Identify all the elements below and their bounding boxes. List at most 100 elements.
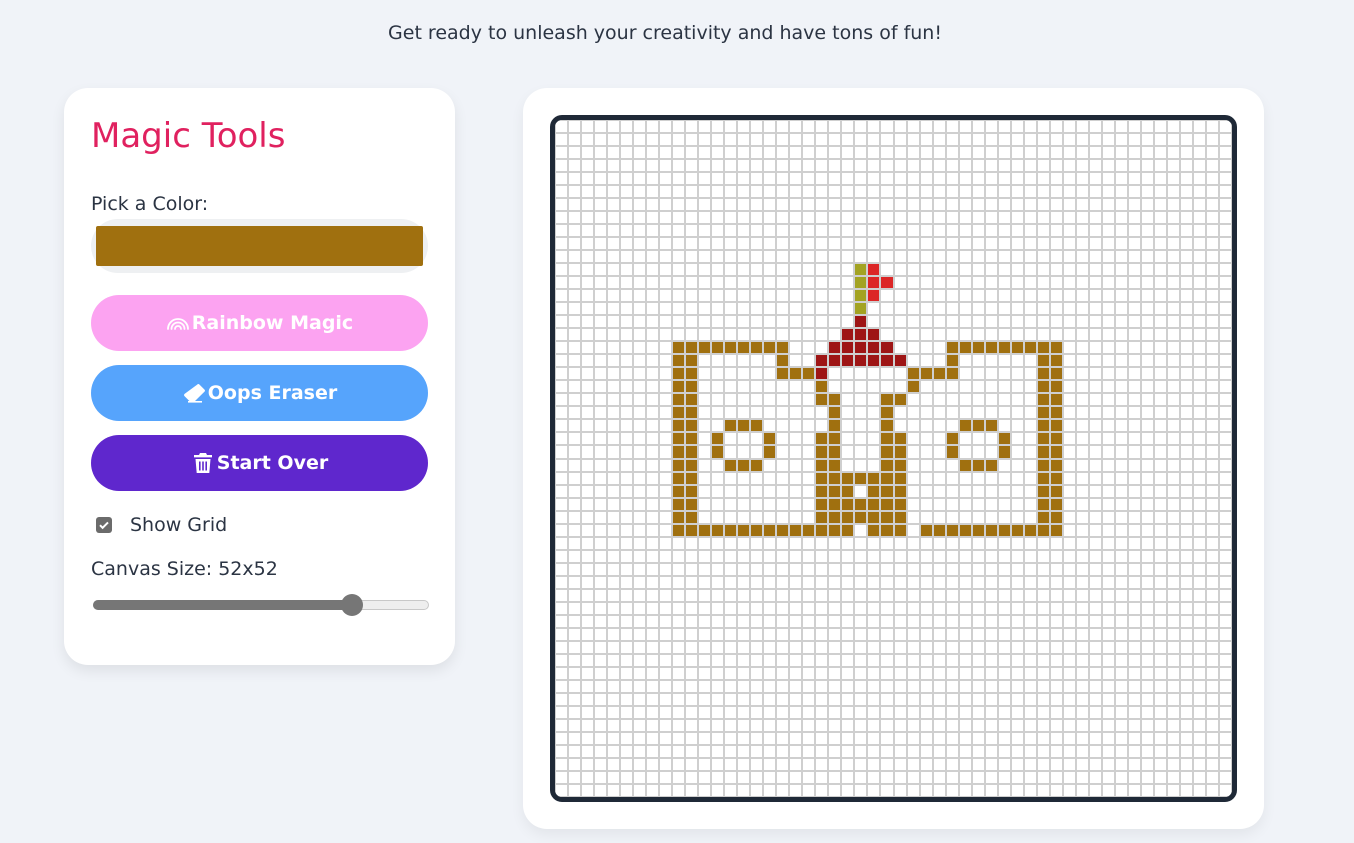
pixel-cell[interactable] <box>1127 354 1141 368</box>
pixel-cell[interactable] <box>1036 120 1050 134</box>
pixel-cell[interactable] <box>958 146 972 160</box>
pixel-cell[interactable] <box>854 211 868 225</box>
pixel-cell[interactable] <box>1140 523 1154 537</box>
pixel-cell[interactable] <box>646 146 660 160</box>
pixel-cell[interactable] <box>802 653 816 667</box>
pixel-cell[interactable] <box>958 419 972 433</box>
pixel-cell[interactable] <box>646 783 660 797</box>
pixel-cell[interactable] <box>737 744 751 758</box>
pixel-cell[interactable] <box>568 354 582 368</box>
pixel-cell[interactable] <box>698 783 712 797</box>
pixel-cell[interactable] <box>672 471 686 485</box>
pixel-cell[interactable] <box>1101 354 1115 368</box>
pixel-cell[interactable] <box>737 354 751 368</box>
pixel-cell[interactable] <box>581 133 595 147</box>
pixel-cell[interactable] <box>984 432 998 446</box>
pixel-cell[interactable] <box>1062 731 1076 745</box>
pixel-cell[interactable] <box>802 159 816 173</box>
pixel-cell[interactable] <box>594 393 608 407</box>
pixel-cell[interactable] <box>581 536 595 550</box>
pixel-cell[interactable] <box>581 224 595 238</box>
pixel-cell[interactable] <box>1049 679 1063 693</box>
pixel-cell[interactable] <box>1166 432 1180 446</box>
pixel-cell[interactable] <box>581 718 595 732</box>
pixel-cell[interactable] <box>685 744 699 758</box>
pixel-cell[interactable] <box>711 601 725 615</box>
pixel-cell[interactable] <box>880 718 894 732</box>
pixel-cell[interactable] <box>919 562 933 576</box>
pixel-cell[interactable] <box>919 510 933 524</box>
pixel-cell[interactable] <box>1140 783 1154 797</box>
pixel-cell[interactable] <box>815 731 829 745</box>
pixel-cell[interactable] <box>1062 237 1076 251</box>
pixel-cell[interactable] <box>607 484 621 498</box>
pixel-cell[interactable] <box>763 679 777 693</box>
pixel-cell[interactable] <box>945 458 959 472</box>
pixel-cell[interactable] <box>789 627 803 641</box>
pixel-cell[interactable] <box>919 458 933 472</box>
pixel-cell[interactable] <box>581 250 595 264</box>
pixel-cell[interactable] <box>1140 367 1154 381</box>
pixel-cell[interactable] <box>724 432 738 446</box>
pixel-cell[interactable] <box>984 224 998 238</box>
pixel-cell[interactable] <box>854 744 868 758</box>
pixel-cell[interactable] <box>971 536 985 550</box>
pixel-cell[interactable] <box>581 770 595 784</box>
pixel-cell[interactable] <box>1010 770 1024 784</box>
pixel-cell[interactable] <box>880 211 894 225</box>
pixel-cell[interactable] <box>1114 497 1128 511</box>
pixel-cell[interactable] <box>945 198 959 212</box>
pixel-cell[interactable] <box>789 237 803 251</box>
pixel-cell[interactable] <box>1114 458 1128 472</box>
pixel-cell[interactable] <box>841 523 855 537</box>
pixel-cell[interactable] <box>724 237 738 251</box>
pixel-cell[interactable] <box>789 588 803 602</box>
pixel-cell[interactable] <box>997 744 1011 758</box>
pixel-cell[interactable] <box>1101 133 1115 147</box>
pixel-cell[interactable] <box>958 601 972 615</box>
pixel-cell[interactable] <box>750 510 764 524</box>
pixel-cell[interactable] <box>854 692 868 706</box>
pixel-cell[interactable] <box>633 354 647 368</box>
pixel-cell[interactable] <box>737 211 751 225</box>
pixel-cell[interactable] <box>594 692 608 706</box>
pixel-cell[interactable] <box>1101 549 1115 563</box>
pixel-cell[interactable] <box>672 237 686 251</box>
pixel-cell[interactable] <box>1062 276 1076 290</box>
pixel-cell[interactable] <box>1114 718 1128 732</box>
pixel-cell[interactable] <box>724 614 738 628</box>
pixel-cell[interactable] <box>1036 510 1050 524</box>
pixel-cell[interactable] <box>815 315 829 329</box>
pixel-cell[interactable] <box>1166 640 1180 654</box>
pixel-cell[interactable] <box>841 432 855 446</box>
pixel-cell[interactable] <box>945 731 959 745</box>
pixel-cell[interactable] <box>880 185 894 199</box>
pixel-cell[interactable] <box>971 185 985 199</box>
pixel-cell[interactable] <box>1088 510 1102 524</box>
pixel-cell[interactable] <box>997 302 1011 316</box>
pixel-cell[interactable] <box>724 484 738 498</box>
pixel-cell[interactable] <box>620 302 634 316</box>
pixel-cell[interactable] <box>555 549 569 563</box>
pixel-cell[interactable] <box>724 146 738 160</box>
pixel-cell[interactable] <box>893 198 907 212</box>
pixel-cell[interactable] <box>724 458 738 472</box>
pixel-cell[interactable] <box>1075 315 1089 329</box>
pixel-cell[interactable] <box>867 484 881 498</box>
pixel-cell[interactable] <box>1218 341 1232 355</box>
pixel-cell[interactable] <box>633 783 647 797</box>
pixel-cell[interactable] <box>984 211 998 225</box>
pixel-cell[interactable] <box>802 432 816 446</box>
pixel-cell[interactable] <box>1088 770 1102 784</box>
pixel-cell[interactable] <box>763 718 777 732</box>
pixel-cell[interactable] <box>607 523 621 537</box>
pixel-cell[interactable] <box>1140 315 1154 329</box>
pixel-cell[interactable] <box>958 562 972 576</box>
pixel-cell[interactable] <box>607 224 621 238</box>
pixel-cell[interactable] <box>1010 744 1024 758</box>
pixel-cell[interactable] <box>1049 185 1063 199</box>
pixel-cell[interactable] <box>1023 198 1037 212</box>
pixel-cell[interactable] <box>945 640 959 654</box>
pixel-cell[interactable] <box>1101 185 1115 199</box>
pixel-cell[interactable] <box>945 601 959 615</box>
